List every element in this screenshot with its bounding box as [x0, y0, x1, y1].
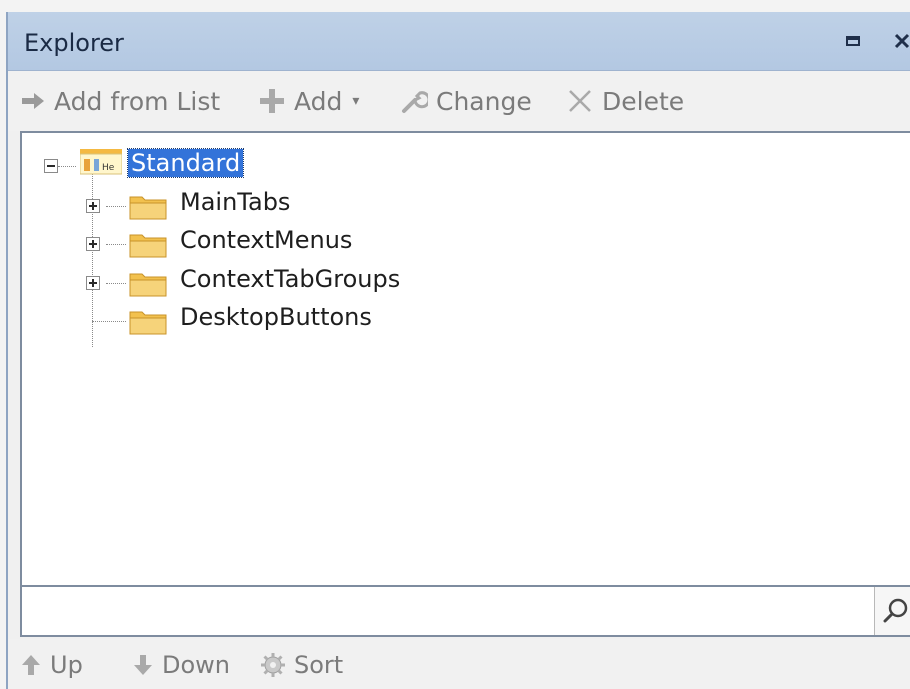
tree-connector — [92, 321, 126, 322]
tree-connector — [92, 167, 93, 347]
folder-icon — [128, 229, 168, 263]
collapse-icon[interactable] — [44, 159, 58, 173]
change-button[interactable]: Change — [400, 85, 532, 117]
wrench-icon — [400, 87, 428, 115]
bottom-toolbar: Up Down Sort — [8, 639, 910, 689]
restore-button[interactable] — [844, 31, 866, 53]
tree-node-desktopbuttons[interactable]: DesktopButtons — [180, 303, 372, 331]
tree-connector — [106, 283, 126, 284]
explorer-window: Explorer Add from List Add ▾ Change Dele… — [6, 12, 910, 689]
close-button[interactable] — [892, 31, 910, 53]
tree-connector — [106, 206, 126, 207]
search-input[interactable] — [22, 587, 890, 633]
tree-view[interactable]: He Standard MainTabs ContextMenus Contex… — [20, 131, 910, 587]
title-bar: Explorer — [8, 12, 910, 71]
svg-text:He: He — [102, 163, 115, 173]
delete-button[interactable]: Delete — [566, 85, 684, 117]
ribbon-icon: He — [79, 149, 123, 181]
add-from-list-label: Add from List — [54, 86, 221, 116]
expand-icon[interactable] — [86, 276, 100, 290]
folder-icon — [128, 268, 168, 302]
sort-label: Sort — [294, 651, 344, 679]
window-title: Explorer — [24, 29, 124, 57]
plus-icon — [258, 87, 286, 115]
restore-icon — [846, 36, 860, 46]
add-button[interactable]: Add ▾ — [258, 85, 359, 117]
down-button[interactable]: Down — [132, 649, 230, 681]
tree-connector — [58, 166, 76, 167]
folder-icon — [128, 191, 168, 225]
tree-node-standard[interactable]: Standard — [126, 148, 245, 178]
sort-button[interactable]: Sort — [260, 649, 343, 681]
down-label: Down — [162, 651, 231, 679]
search-bar — [20, 587, 910, 637]
add-label: Add — [294, 86, 343, 116]
search-button[interactable] — [874, 587, 910, 635]
tree-connector — [106, 244, 126, 245]
delete-label: Delete — [602, 86, 685, 116]
close-icon — [894, 33, 910, 49]
arrow-up-icon — [20, 653, 42, 677]
up-label: Up — [50, 651, 83, 679]
arrow-right-icon — [20, 90, 46, 112]
change-label: Change — [436, 86, 532, 116]
gear-icon — [260, 652, 286, 678]
search-icon — [883, 598, 908, 623]
up-button[interactable]: Up — [20, 649, 83, 681]
x-icon — [566, 87, 594, 115]
expand-icon[interactable] — [86, 237, 100, 251]
tree-node-maintabs[interactable]: MainTabs — [180, 188, 290, 216]
toolbar: Add from List Add ▾ Change Delete — [8, 71, 910, 131]
arrow-down-icon — [132, 653, 154, 677]
caret-down-icon[interactable]: ▾ — [352, 93, 359, 109]
add-from-list-button[interactable]: Add from List — [20, 85, 220, 117]
folder-icon — [128, 306, 168, 340]
tree-node-contexttabgroups[interactable]: ContextTabGroups — [180, 265, 400, 293]
tree-node-contextmenus[interactable]: ContextMenus — [180, 226, 352, 254]
expand-icon[interactable] — [86, 199, 100, 213]
